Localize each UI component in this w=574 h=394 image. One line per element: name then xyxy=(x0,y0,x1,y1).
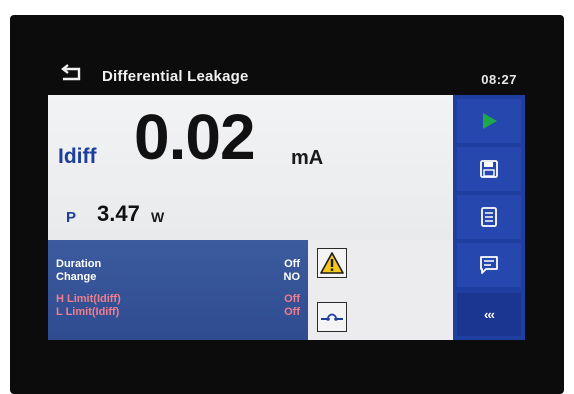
memory-list-button[interactable] xyxy=(457,195,521,239)
parameter-row-l-limit[interactable]: L Limit(Idiff) Off xyxy=(56,306,300,318)
power-value: 3.47 xyxy=(97,201,140,226)
measurement-panel: Idiff 0.02 mA P 3.47 W xyxy=(48,95,453,240)
idiff-label: Idiff xyxy=(58,145,97,168)
title-bar: Differential Leakage 08:27 xyxy=(47,60,525,92)
idiff-unit: mA xyxy=(291,147,324,169)
parameter-row-h-limit[interactable]: H Limit(Idiff) Off xyxy=(56,293,300,305)
parameter-row-change[interactable]: Change NO xyxy=(56,271,300,283)
parameter-value: Off xyxy=(284,258,300,270)
parameters-panel[interactable]: Duration Off Change NO H Limit(Idiff) Of… xyxy=(48,240,308,340)
warning-triangle-icon xyxy=(317,248,347,278)
status-icon-area xyxy=(308,240,453,340)
open-switch-icon xyxy=(317,302,347,332)
more-options-button[interactable]: ‹‹‹ xyxy=(457,293,521,336)
return-arrow-icon[interactable] xyxy=(59,64,85,84)
parameter-label: H Limit(Idiff) xyxy=(56,293,121,305)
floppy-disk-icon xyxy=(480,160,498,178)
comment-button[interactable] xyxy=(457,243,521,287)
parameter-row-duration[interactable]: Duration Off xyxy=(56,258,300,270)
parameter-label: Change xyxy=(56,271,97,283)
right-toolbar: ‹‹‹ xyxy=(453,95,525,340)
start-button[interactable] xyxy=(457,99,521,143)
idiff-value: 0.02 xyxy=(134,101,256,173)
parameter-value: Off xyxy=(284,293,300,305)
parameter-value: Off xyxy=(284,306,300,318)
play-icon xyxy=(483,113,497,129)
parameter-label: L Limit(Idiff) xyxy=(56,306,120,318)
power-label: P xyxy=(66,209,77,226)
clock: 08:27 xyxy=(481,72,517,87)
power-unit: W xyxy=(151,209,165,225)
parameter-value: NO xyxy=(283,271,301,283)
save-button[interactable] xyxy=(457,147,521,191)
parameter-label: Duration xyxy=(56,258,102,270)
screen-title: Differential Leakage xyxy=(102,68,249,85)
comment-icon xyxy=(480,256,498,274)
list-icon xyxy=(481,207,497,227)
